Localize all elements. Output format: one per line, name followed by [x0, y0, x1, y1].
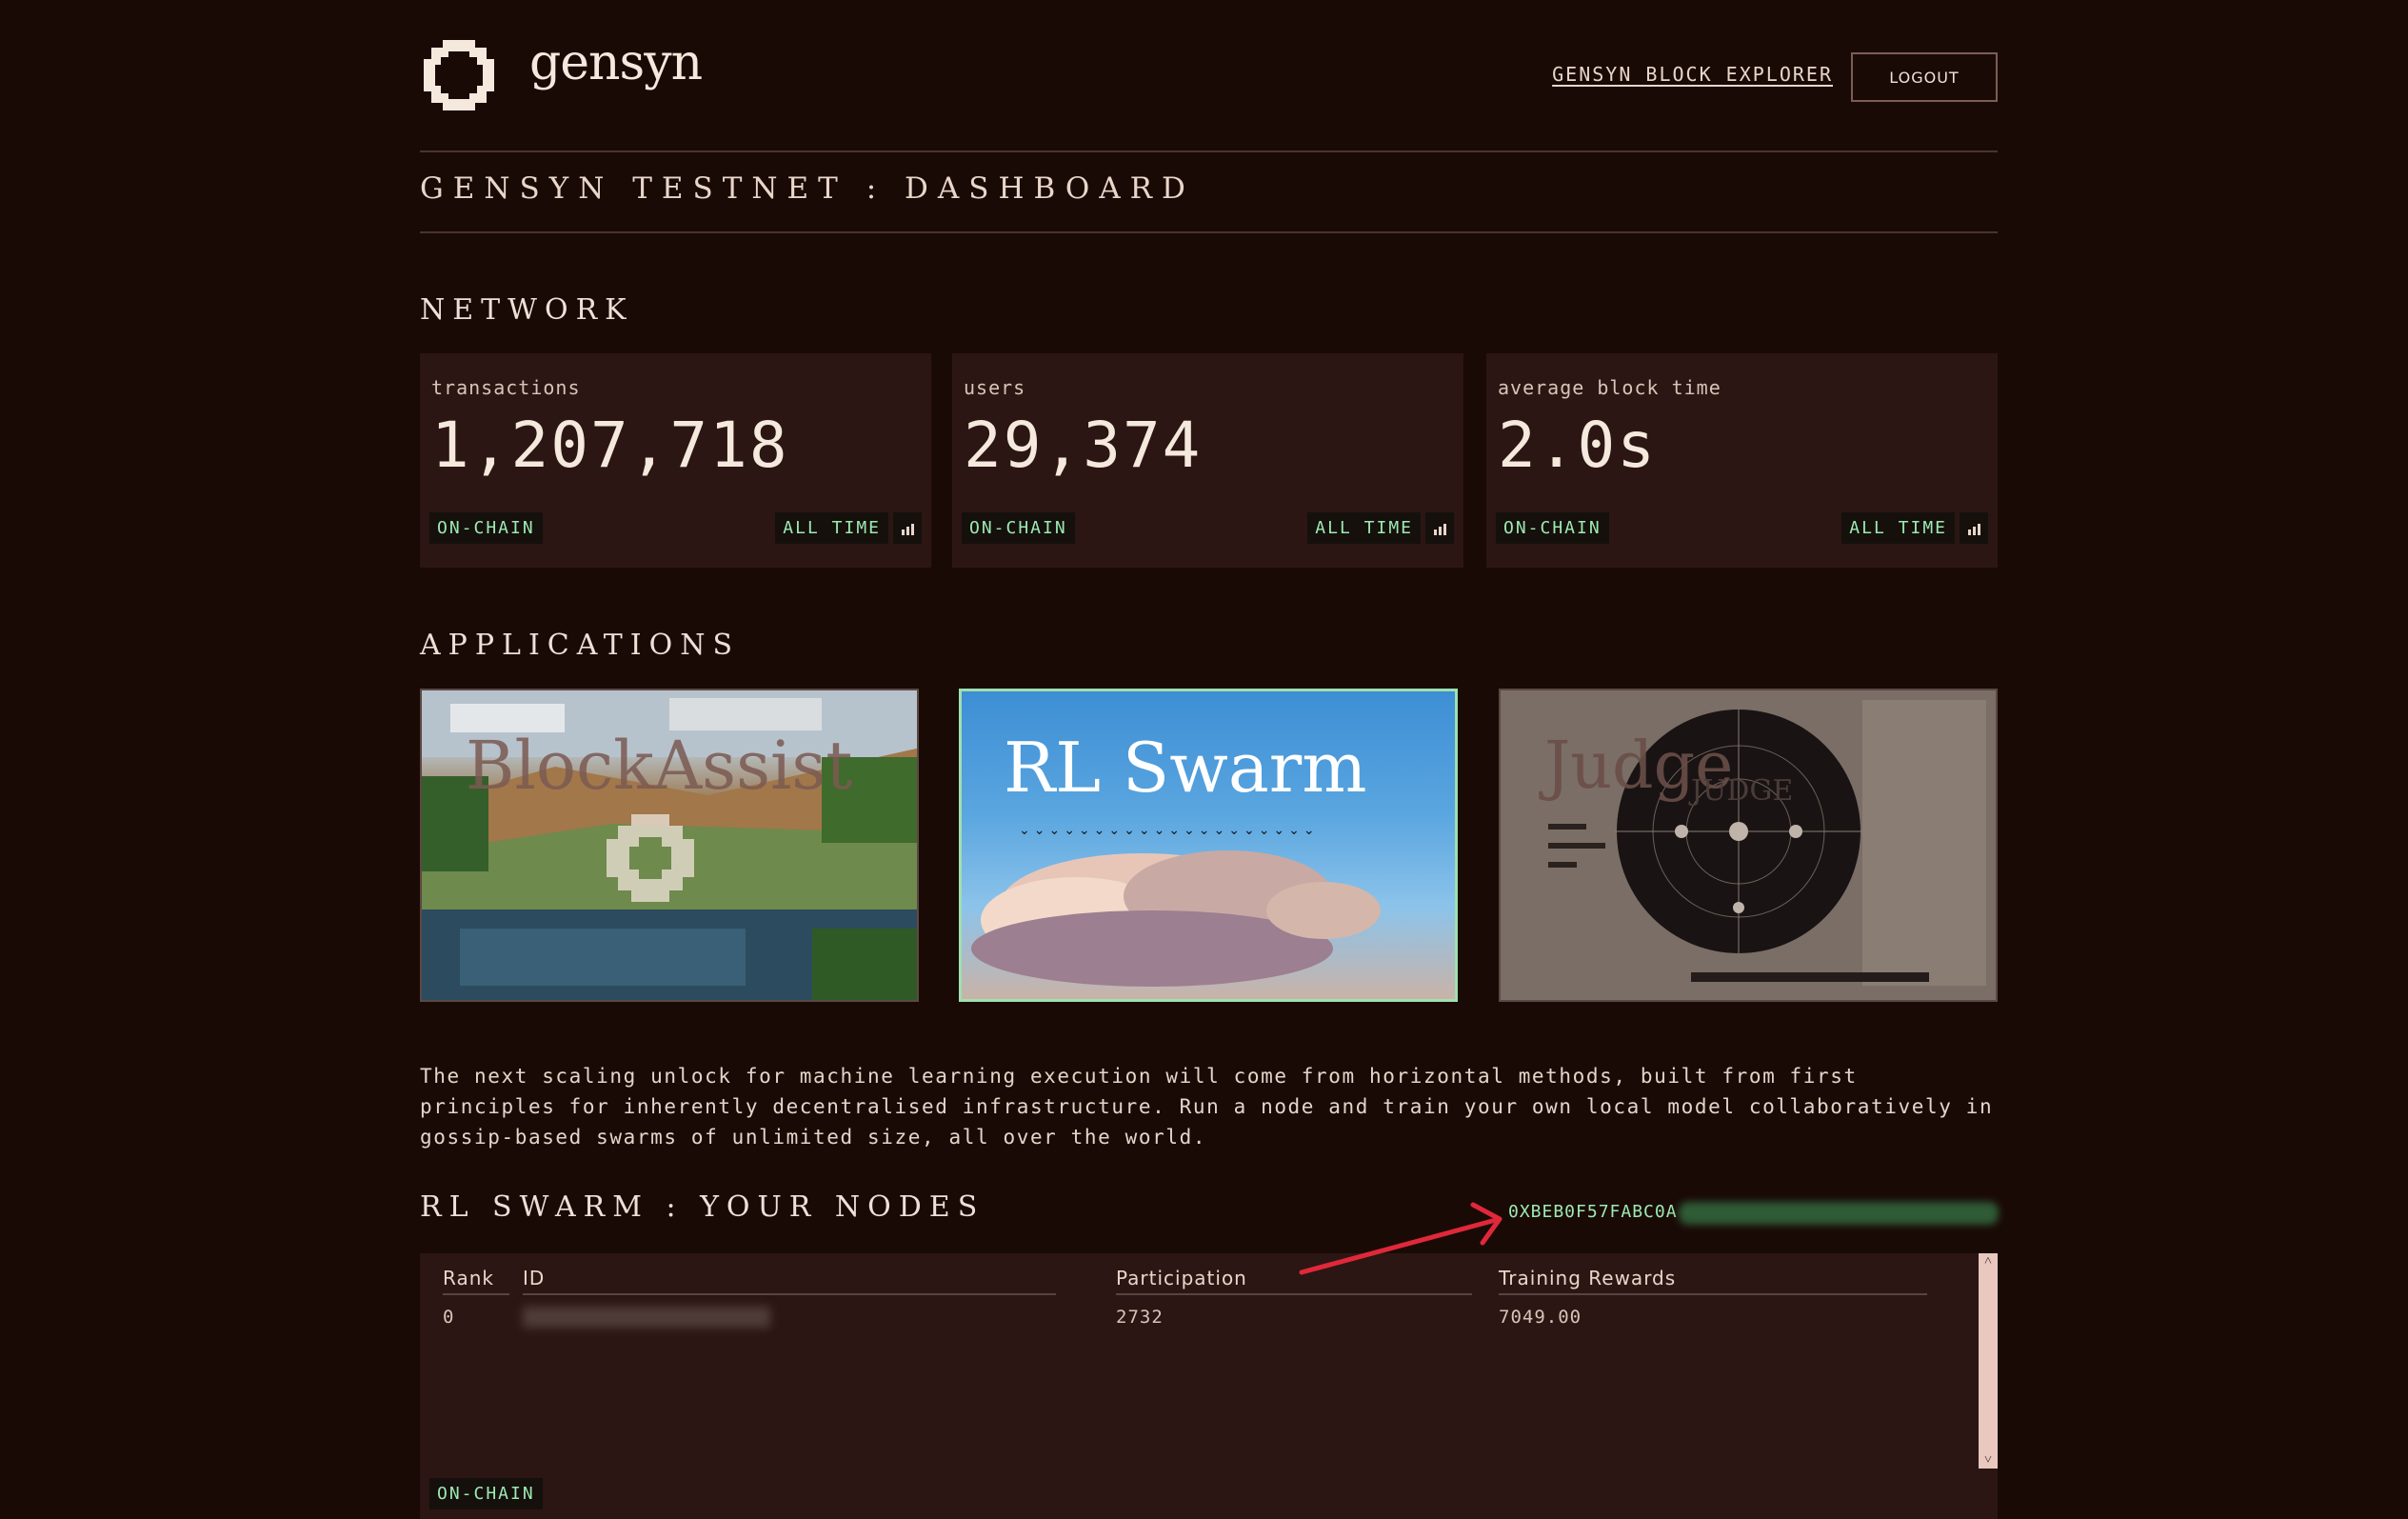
wallet-address[interactable]: 0XBEB0F57FABC0A — [1508, 1202, 1678, 1222]
applications-section-title: APPLICATIONS — [420, 629, 741, 662]
table-scrollbar[interactable]: ˄ ˅ — [1979, 1253, 1998, 1469]
period-selector[interactable]: ALL TIME — [1841, 512, 1955, 544]
table-cell-rewards: 7049.00 — [1499, 1307, 1582, 1328]
description-text: The next scaling unlock for machine lear… — [420, 1065, 1994, 1149]
on-chain-badge: ON-CHAIN — [429, 1478, 543, 1509]
on-chain-badge: ON-CHAIN — [1496, 512, 1609, 544]
on-chain-badge: ON-CHAIN — [962, 512, 1075, 544]
stat-card-transactions: transactions 1,207,718 ON-CHAIN ALL TIME — [420, 353, 931, 568]
column-header-participation: Participation — [1116, 1267, 1472, 1295]
table-cell-rank: 0 — [443, 1307, 455, 1328]
brand-name[interactable]: gensyn — [529, 34, 703, 91]
bar-chart-icon[interactable] — [1960, 512, 1988, 544]
redacted-blur — [1679, 1202, 1999, 1225]
on-chain-badge: ON-CHAIN — [429, 512, 543, 544]
app-tile-rl-swarm[interactable]: ⌄⌄⌄⌄⌄⌄⌄⌄⌄⌄⌄⌄⌄⌄⌄⌄⌄⌄⌄⌄ RL Swarm — [959, 689, 1458, 1002]
stat-label: users — [964, 376, 1026, 399]
dashboard-page: gensyn GENSYN BLOCK EXPLORER LOGOUT GENS… — [420, 0, 1999, 1519]
column-header-id: ID — [523, 1267, 1056, 1295]
stat-value: 2.0s — [1498, 409, 1657, 482]
stat-card-users: users 29,374 ON-CHAIN ALL TIME — [952, 353, 1463, 568]
nodes-section-title: RL SWARM : YOUR NODES — [420, 1190, 985, 1224]
scroll-up-icon[interactable]: ˄ — [1979, 1253, 1998, 1269]
stat-value: 29,374 — [964, 409, 1203, 482]
tile-subtitle: JUDGE — [1691, 774, 1794, 808]
bar-chart-icon[interactable] — [893, 512, 922, 544]
app-tile-judge[interactable]: Judge JUDGE — [1499, 689, 1998, 1002]
app-tile-blockassist[interactable]: BlockAssist — [420, 689, 919, 1002]
stat-value: 1,207,718 — [431, 409, 789, 482]
table-cell-participation: 2732 — [1116, 1307, 1164, 1328]
tile-title: BlockAssist — [466, 727, 853, 805]
redacted-blur — [523, 1307, 770, 1328]
logout-button[interactable]: LOGOUT — [1851, 52, 1998, 102]
stat-card-block-time: average block time 2.0s ON-CHAIN ALL TIM… — [1486, 353, 1998, 568]
tile-title: RL Swarm — [1004, 728, 1367, 808]
stat-label: average block time — [1498, 376, 1721, 399]
scroll-down-icon[interactable]: ˅ — [1979, 1452, 1998, 1469]
block-explorer-link[interactable]: GENSYN BLOCK EXPLORER — [1552, 63, 1833, 86]
svg-text:⌄⌄⌄⌄⌄⌄⌄⌄⌄⌄⌄⌄⌄⌄⌄⌄⌄⌄⌄⌄: ⌄⌄⌄⌄⌄⌄⌄⌄⌄⌄⌄⌄⌄⌄⌄⌄⌄⌄⌄⌄ — [1019, 823, 1319, 838]
stat-label: transactions — [431, 376, 581, 399]
column-header-training-rewards: Training Rewards — [1499, 1267, 1927, 1295]
period-selector[interactable]: ALL TIME — [1307, 512, 1421, 544]
divider — [420, 231, 1998, 233]
nodes-table-panel: Rank ID Participation Training Rewards 0… — [420, 1253, 1998, 1519]
network-section-title: NETWORK — [420, 293, 634, 327]
column-header-rank: Rank — [443, 1267, 509, 1295]
page-title: GENSYN TESTNET : DASHBOARD — [420, 171, 1195, 206]
divider — [420, 150, 1998, 152]
period-selector[interactable]: ALL TIME — [775, 512, 888, 544]
bar-chart-icon[interactable] — [1425, 512, 1454, 544]
gensyn-logo-icon[interactable] — [420, 36, 498, 114]
